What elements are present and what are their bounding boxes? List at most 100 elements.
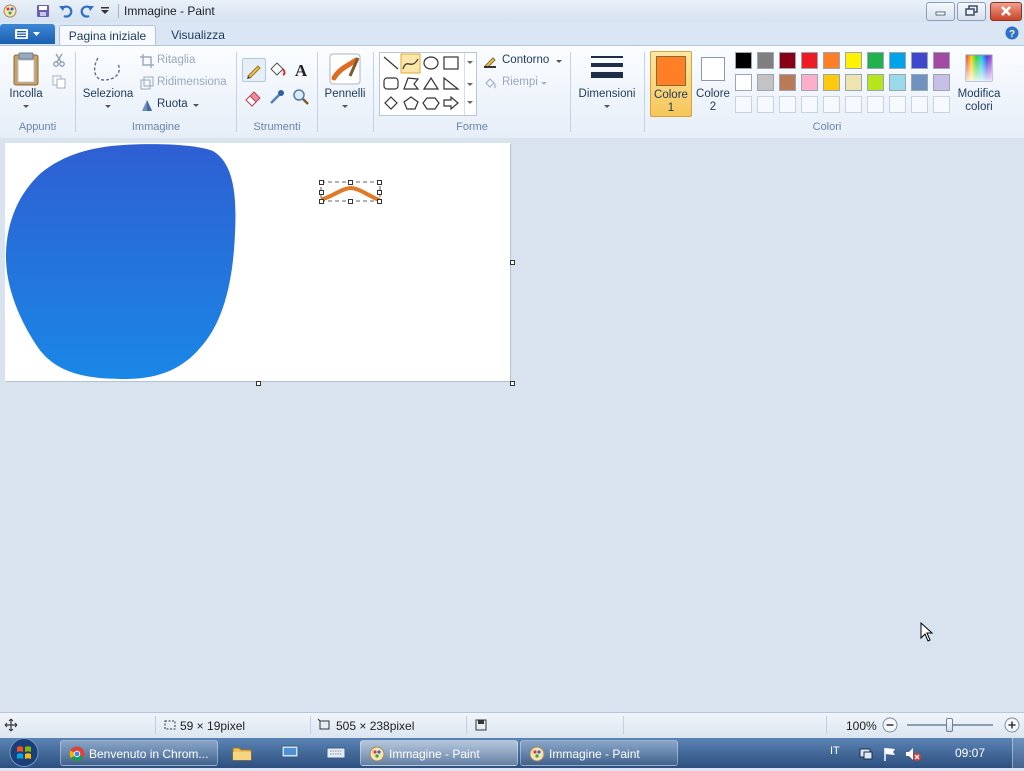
clock[interactable]: 09:07 (955, 746, 985, 760)
palette-swatch[interactable] (779, 52, 796, 69)
close-button[interactable] (990, 2, 1022, 21)
palette-empty-swatch[interactable] (757, 96, 774, 113)
minimize-icon (935, 11, 946, 16)
magnifier-icon (293, 89, 309, 105)
size-dropdown-icon[interactable] (575, 103, 639, 111)
palette-swatch[interactable] (845, 52, 862, 69)
explorer-icon[interactable] (232, 744, 252, 762)
palette-swatch[interactable] (933, 52, 950, 69)
palette-swatch[interactable] (757, 52, 774, 69)
tab-pagina-iniziale[interactable]: Pagina iniziale (59, 25, 156, 46)
crop-button[interactable]: Ritaglia (140, 53, 220, 69)
palette-swatch[interactable] (911, 52, 928, 69)
select-dropdown-icon[interactable] (80, 103, 136, 111)
shapes-gallery[interactable] (379, 52, 477, 116)
taskbar-chrome-button[interactable]: Benvenuto in Chrom... (60, 740, 218, 766)
palette-swatch[interactable] (735, 52, 752, 69)
palette-swatch[interactable] (823, 52, 840, 69)
palette-swatch[interactable] (911, 74, 928, 91)
clipboard-icon (13, 52, 39, 86)
palette-swatch[interactable] (933, 74, 950, 91)
palette-swatch[interactable] (757, 74, 774, 91)
pencil-tool[interactable] (242, 58, 266, 82)
maximize-button[interactable] (957, 2, 986, 21)
palette-empty-swatch[interactable] (779, 96, 796, 113)
palette-empty-swatch[interactable] (889, 96, 906, 113)
color1-button[interactable]: Colore 1 (650, 51, 692, 117)
customize-qat-icon[interactable] (100, 6, 110, 16)
palette-swatch[interactable] (889, 74, 906, 91)
network-icon[interactable] (858, 746, 874, 762)
help-icon[interactable]: ? (1005, 26, 1019, 40)
brushes-button[interactable]: Pennelli (322, 50, 368, 116)
undo-icon[interactable] (58, 3, 74, 19)
action-center-flag-icon[interactable] (882, 746, 898, 762)
select-button[interactable]: Seleziona (80, 50, 136, 116)
palette-empty-swatch[interactable] (933, 96, 950, 113)
brushes-dropdown-icon[interactable] (322, 103, 368, 111)
save-icon[interactable] (36, 4, 50, 18)
selection-handle[interactable] (319, 199, 324, 204)
palette-swatch[interactable] (735, 74, 752, 91)
palette-empty-swatch[interactable] (735, 96, 752, 113)
text-tool[interactable]: A (290, 58, 312, 80)
taskbar-paint-button-1[interactable]: Immagine - Paint (360, 740, 518, 766)
selection-handle[interactable] (377, 190, 382, 195)
color-picker-tool[interactable] (266, 86, 288, 108)
palette-empty-swatch[interactable] (845, 96, 862, 113)
paint-menu-button[interactable] (0, 24, 55, 44)
taskbar-paint-button-2[interactable]: Immagine - Paint (520, 740, 678, 766)
canvas-resize-handle-right[interactable] (510, 260, 515, 265)
palette-empty-swatch[interactable] (801, 96, 818, 113)
color2-button[interactable]: Colore 2 (693, 51, 733, 115)
palette-swatch[interactable] (867, 52, 884, 69)
language-indicator[interactable]: IT (830, 745, 840, 757)
cut-icon[interactable] (52, 53, 66, 67)
palette-empty-swatch[interactable] (823, 96, 840, 113)
canvas-resize-handle-bottom[interactable] (256, 381, 261, 386)
size-button[interactable]: Dimensioni (575, 50, 639, 116)
palette-empty-swatch[interactable] (867, 96, 884, 113)
palette-swatch[interactable] (779, 74, 796, 91)
tab-visualizza[interactable]: Visualizza (162, 25, 234, 45)
palette-swatch[interactable] (867, 74, 884, 91)
selection-handle[interactable] (319, 180, 324, 185)
minimize-button[interactable] (926, 2, 955, 21)
zoom-slider-thumb[interactable] (946, 718, 953, 732)
selection-handle[interactable] (348, 180, 353, 185)
outline-button[interactable]: Contorno (483, 53, 565, 69)
edit-colors-button[interactable]: Modifica colori (955, 50, 1003, 116)
palette-swatch[interactable] (823, 74, 840, 91)
rotate-button[interactable]: Ruota (140, 97, 210, 113)
resize-button[interactable]: Ridimensiona (140, 75, 230, 91)
drawing-canvas[interactable] (5, 143, 510, 381)
group-separator (570, 52, 571, 132)
keyboard-icon[interactable] (326, 745, 346, 761)
start-button[interactable] (4, 737, 44, 768)
fill-button[interactable]: Riempi (483, 75, 553, 91)
eraser-tool[interactable] (242, 86, 264, 108)
copy-icon[interactable] (52, 75, 66, 89)
selection-handle[interactable] (377, 180, 382, 185)
zoom-in-button[interactable] (1004, 717, 1020, 733)
palette-swatch[interactable] (889, 52, 906, 69)
selection-handle[interactable] (348, 199, 353, 204)
zoom-slider[interactable] (907, 718, 993, 732)
selection-handle[interactable] (319, 190, 324, 195)
palette-swatch[interactable] (801, 52, 818, 69)
show-desktop-button[interactable] (1012, 738, 1024, 768)
paste-button[interactable]: Incolla (4, 50, 48, 116)
paste-dropdown-icon[interactable] (4, 103, 48, 111)
zoom-out-button[interactable] (882, 717, 898, 733)
palette-empty-swatch[interactable] (911, 96, 928, 113)
remote-desktop-icon[interactable] (280, 744, 300, 762)
volume-muted-icon[interactable] (904, 746, 922, 762)
fill-tool[interactable] (266, 58, 288, 80)
canvas-resize-handle-corner[interactable] (510, 381, 515, 386)
magnifier-tool[interactable] (290, 86, 312, 108)
paint-app-icon[interactable] (3, 4, 17, 18)
palette-swatch[interactable] (845, 74, 862, 91)
redo-icon[interactable] (79, 3, 95, 19)
palette-swatch[interactable] (801, 74, 818, 91)
selection-handle[interactable] (377, 199, 382, 204)
